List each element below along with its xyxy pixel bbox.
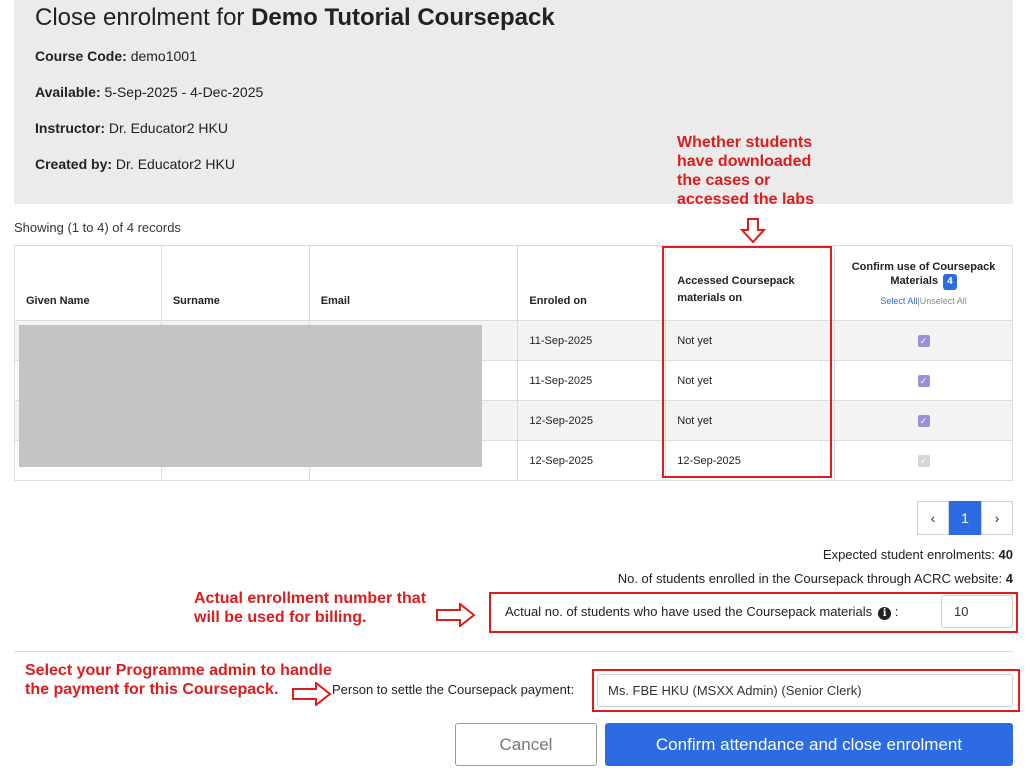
used-count-input[interactable] — [941, 595, 1013, 628]
payer-select[interactable]: Ms. FBE HKU (MSXX Admin) (Senior Clerk) — [597, 674, 1013, 707]
outline-arrow-down-icon — [740, 218, 766, 244]
col-surname[interactable]: Surname — [160, 245, 310, 321]
records-summary: Showing (1 to 4) of 4 records — [14, 220, 181, 235]
page-title: Close enrolment for Demo Tutorial Course… — [35, 4, 555, 31]
confirm-checkbox[interactable]: ✓ — [917, 414, 930, 427]
used-count-label: Actual no. of students who have used the… — [505, 604, 899, 620]
enroled-on-cell: 12-Sep-2025 — [517, 400, 667, 441]
confirm-cell: ✓ — [834, 320, 1013, 361]
outline-arrow-right-icon — [436, 603, 476, 627]
select-all-link[interactable]: Select All — [880, 296, 917, 306]
confirm-cell: ✓ — [834, 360, 1013, 401]
highlight-accessed-column — [662, 246, 832, 478]
confirm-close-enrolment-button[interactable]: Confirm attendance and close enrolment — [605, 723, 1013, 766]
instructor-row: Instructor: Dr. Educator2 HKU — [35, 120, 228, 136]
instructor-name: Dr. Educator2 HKU — [108, 120, 228, 136]
info-icon[interactable]: i — [878, 607, 892, 620]
expected-enrolments: Expected student enrolments: 40 — [822, 547, 1013, 562]
course-code-row: Course Code: demo1001 — [35, 48, 197, 64]
enroled-on-cell: 12-Sep-2025 — [517, 440, 667, 481]
confirm-checkbox-disabled: ✓ — [917, 454, 930, 467]
annotation-billing: Actual enrollment number that will be us… — [194, 590, 427, 626]
cancel-button[interactable]: Cancel — [455, 723, 597, 766]
next-page-button[interactable]: › — [981, 501, 1013, 535]
pagination: ‹ 1 › — [917, 501, 1013, 535]
enroled-on-cell: 11-Sep-2025 — [517, 320, 667, 361]
course-title: Demo Tutorial Coursepack — [251, 4, 555, 31]
confirm-cell: ✓ — [834, 440, 1013, 481]
confirm-count-badge: 4 — [943, 274, 957, 290]
course-header: Close enrolment for Demo Tutorial Course… — [14, 0, 1013, 204]
table-header-row: Given Name Surname Email Enroled on Acce… — [14, 245, 1013, 321]
annotation-accessed: Whether students have downloaded the cas… — [677, 134, 814, 208]
payer-label: Person to settle the Coursepack payment: — [332, 682, 575, 697]
section-divider — [14, 651, 1013, 652]
available-row: Available: 5-Sep-2025 - 4-Dec-2025 — [35, 84, 264, 100]
confirm-cell: ✓ — [834, 400, 1013, 441]
redacted-student-info — [19, 325, 482, 467]
available-dates: 5-Sep-2025 - 4-Dec-2025 — [104, 84, 264, 100]
confirm-checkbox[interactable]: ✓ — [917, 374, 930, 387]
unselect-all-link[interactable]: Unselect All — [920, 296, 967, 306]
enroled-on-cell: 11-Sep-2025 — [517, 360, 667, 401]
col-enroled-on[interactable]: Enroled on — [517, 245, 667, 321]
created-by-row: Created by: Dr. Educator2 HKU — [35, 156, 235, 172]
outline-arrow-right-icon — [292, 682, 332, 706]
prev-page-button[interactable]: ‹ — [917, 501, 949, 535]
col-confirm-use: Confirm use of Coursepack Materials 4 Se… — [834, 245, 1013, 321]
col-email[interactable]: Email — [308, 245, 519, 321]
created-by-name: Dr. Educator2 HKU — [115, 156, 235, 172]
page-1-button[interactable]: 1 — [949, 501, 981, 535]
confirm-checkbox[interactable]: ✓ — [917, 334, 930, 347]
course-code: demo1001 — [130, 48, 197, 64]
col-given-name[interactable]: Given Name — [14, 245, 162, 321]
enrolled-through-website: No. of students enrolled in the Coursepa… — [617, 571, 1013, 586]
